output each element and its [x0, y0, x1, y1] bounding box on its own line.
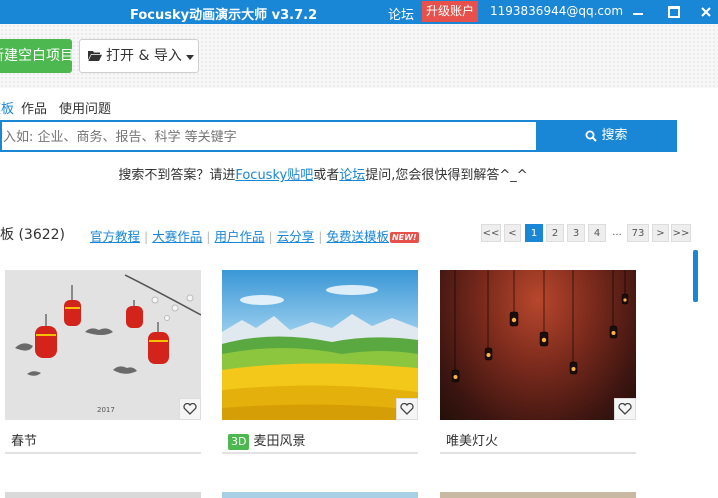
hint-suffix: 提问,您会很快得到解答^_^ [365, 168, 528, 183]
template-title: 唯美灯火 [446, 430, 498, 449]
next-page-button[interactable]: > [652, 224, 669, 242]
lanterns-illustration: 2017 [15, 274, 201, 414]
search-box [0, 120, 536, 152]
heart-icon [618, 403, 632, 415]
app-title: Focusky动画演示大师 v3.7.2 [130, 8, 318, 23]
card-divider [5, 452, 201, 454]
close-button[interactable] [690, 0, 718, 24]
forum-link[interactable]: 论坛 [388, 4, 414, 23]
last-page-button[interactable]: >> [671, 224, 691, 242]
account-email[interactable]: 1193836944@qq.com [490, 4, 623, 18]
last-page-number[interactable]: 73 [627, 224, 649, 242]
new-badge: NEW! [389, 232, 419, 243]
search-button[interactable]: 搜索 [536, 120, 677, 152]
template-card-next-row[interactable] [222, 492, 418, 498]
page-button[interactable]: 2 [546, 224, 564, 242]
template-title-text: 麦田风景 [253, 434, 306, 449]
title-bar: Focusky动画演示大师 v3.7.2 论坛 升级账户 1193836944@… [0, 0, 718, 24]
template-thumbnail[interactable] [222, 270, 418, 420]
favorite-button[interactable] [614, 398, 636, 420]
card-divider [222, 452, 418, 454]
template-browser: 模板 作品 使用问题 搜索 搜索不到答案？请进Focusky贴吧或者论坛提问,您… [0, 88, 718, 498]
template-thumbnail[interactable] [440, 270, 636, 420]
cloud-share-link[interactable]: 云分享 [277, 229, 315, 244]
lanterns-night-illustration [451, 270, 629, 383]
card-divider [440, 452, 636, 454]
folder-open-icon [88, 51, 102, 61]
search-icon [585, 130, 598, 142]
favorite-button[interactable] [179, 398, 201, 420]
open-import-label: 打开 & 导入 [106, 48, 182, 64]
template-card-wheat-field[interactable]: 3D 麦田风景 [222, 270, 426, 454]
user-works-link[interactable]: 用户作品 [214, 229, 264, 244]
first-page-button[interactable]: << [481, 224, 501, 242]
category-links: 官方教程 | 大赛作品 | 用户作品 | 云分享 | 免费送模板 NEW! [90, 229, 419, 244]
template-card-spring-festival[interactable]: 2017 春节 [5, 270, 209, 454]
new-project-button[interactable]: 新建空白项目 [0, 39, 72, 73]
thumbnail-year: 2017 [97, 406, 115, 414]
template-thumbnail[interactable]: 2017 [5, 270, 201, 420]
tab-faq[interactable]: 使用问题 [59, 98, 111, 117]
prev-page-button[interactable]: < [504, 224, 521, 242]
open-import-button[interactable]: 打开 & 导入 [79, 39, 199, 73]
hint-prefix: 搜索不到答案？请进 [118, 168, 236, 183]
tab-templates[interactable]: 模板 [0, 98, 14, 117]
template-card-next-row[interactable] [5, 492, 201, 498]
search-hint: 搜索不到答案？请进Focusky贴吧或者论坛提问,您会很快得到解答^_^ [0, 164, 650, 183]
free-templates-link[interactable]: 免费送模板 [326, 229, 389, 244]
favorite-button[interactable] [396, 398, 418, 420]
close-icon [701, 7, 711, 17]
forum-hint-link[interactable]: 论坛 [339, 168, 365, 183]
template-title: 3D 麦田风景 [228, 430, 305, 450]
pager-ellipsis: ... [612, 227, 622, 238]
category-title: 模板 (3622) [0, 227, 66, 243]
minimize-icon [633, 13, 643, 15]
page-button[interactable]: 1 [525, 224, 543, 242]
toolbar: 新建空白项目 打开 & 导入 [0, 24, 718, 88]
chevron-down-icon[interactable] [186, 55, 194, 60]
page-button[interactable]: 3 [567, 224, 585, 242]
3d-badge: 3D [228, 434, 250, 450]
vertical-scrollbar[interactable] [693, 250, 698, 302]
minimize-button[interactable] [622, 0, 654, 24]
search-input[interactable] [2, 122, 524, 152]
template-title-text: 唯美灯火 [446, 434, 499, 449]
wheat-field-illustration [222, 285, 418, 420]
search-button-label: 搜索 [601, 128, 628, 143]
template-title: 春节 [11, 430, 37, 449]
tieba-link[interactable]: Focusky贴吧 [235, 168, 313, 183]
maximize-icon [668, 6, 680, 18]
page-button[interactable]: 4 [588, 224, 606, 242]
maximize-button[interactable] [658, 0, 690, 24]
heart-icon [183, 403, 197, 415]
official-tutorials-link[interactable]: 官方教程 [90, 229, 140, 244]
hint-mid: 或者 [313, 168, 340, 183]
contest-works-link[interactable]: 大赛作品 [152, 229, 202, 244]
template-card-lights[interactable]: 唯美灯火 [440, 270, 644, 454]
heart-icon [400, 403, 414, 415]
upgrade-account-button[interactable]: 升级账户 [422, 1, 479, 22]
tab-works[interactable]: 作品 [21, 98, 47, 117]
template-card-next-row[interactable] [440, 492, 636, 498]
template-title-text: 春节 [11, 434, 38, 449]
